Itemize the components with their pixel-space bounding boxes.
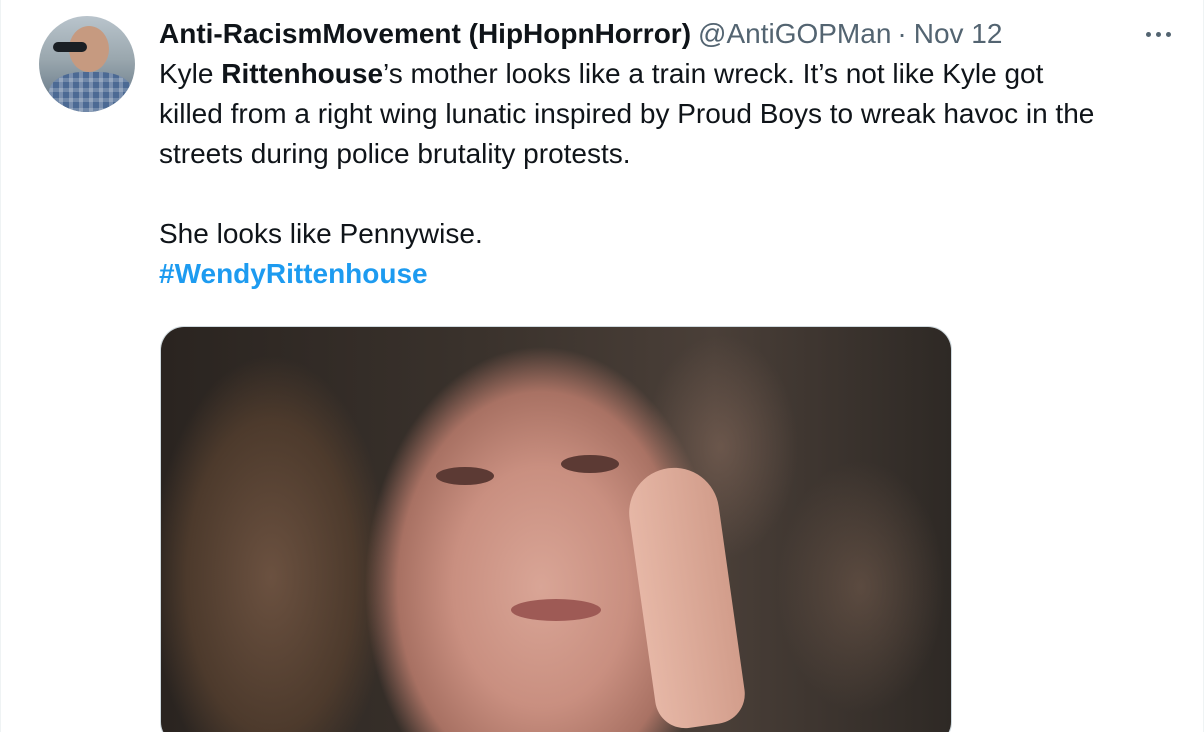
tweet-text-line: She looks like Pennywise. <box>159 218 483 249</box>
tweet-header: Anti-RacismMovement (HipHopnHorror) @Ant… <box>159 14 1169 54</box>
tweet[interactable]: Anti-RacismMovement (HipHopnHorror) @Ant… <box>0 0 1204 732</box>
dot <box>1145 31 1151 37</box>
tweet-text: Kyle Rittenhouse’s mother looks like a t… <box>159 54 1169 294</box>
photo-hand <box>623 462 749 732</box>
tweet-content: Anti-RacismMovement (HipHopnHorror) @Ant… <box>159 14 1171 294</box>
avatar[interactable] <box>39 16 135 112</box>
dot <box>1155 31 1161 37</box>
text-span: Kyle <box>159 58 222 89</box>
dot <box>1165 31 1171 37</box>
bold-name: Rittenhouse <box>221 58 384 89</box>
more-options-icon[interactable] <box>1138 20 1178 48</box>
media-photo <box>161 327 951 732</box>
avatar-shirt <box>49 72 133 112</box>
avatar-sunglasses <box>53 42 87 52</box>
tweet-date[interactable]: Nov 12 <box>914 14 1003 54</box>
display-name[interactable]: Anti-RacismMovement (HipHopnHorror) <box>159 14 691 54</box>
separator-dot: · <box>897 18 907 49</box>
tweet-text-line: Kyle Rittenhouse’s mother looks like a t… <box>159 54 1169 94</box>
tweet-text-line: killed from a right wing lunatic inspire… <box>159 98 1095 129</box>
photo-eye <box>436 467 494 485</box>
user-handle[interactable]: @AntiGOPMan <box>698 14 891 54</box>
tweet-hashtag-line: #WendyRittenhouse <box>159 254 1169 294</box>
photo-eye <box>561 455 619 473</box>
tweet-media[interactable] <box>160 326 952 732</box>
tweet-text-line: streets during police brutality protests… <box>159 138 631 169</box>
text-span: ’s mother looks like a train wreck. It’s… <box>383 58 1044 89</box>
hashtag-link[interactable]: #WendyRittenhouse <box>159 258 428 289</box>
photo-mouth <box>511 599 601 621</box>
